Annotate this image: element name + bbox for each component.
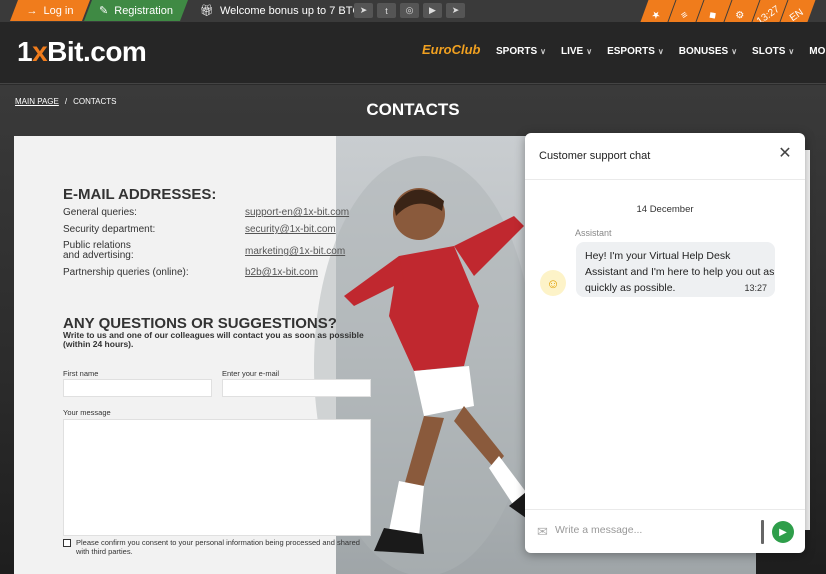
message-label: Your message bbox=[63, 408, 111, 417]
twitter-icon[interactable]: t bbox=[377, 3, 396, 18]
euroclub-logo[interactable]: EuroClub bbox=[422, 42, 481, 57]
telegram-icon[interactable]: ➤ bbox=[446, 3, 465, 18]
site-logo[interactable]: 1xBit.com bbox=[17, 36, 147, 68]
chat-message-input[interactable]: Write a message... bbox=[555, 524, 642, 536]
email-link[interactable]: support-en@1x-bit.com bbox=[245, 207, 349, 218]
email-input[interactable] bbox=[222, 379, 371, 397]
input-divider bbox=[761, 520, 764, 544]
first-name-label: First name bbox=[63, 369, 99, 378]
social-links: ➤ t ◎ ▶ ➤ bbox=[354, 3, 465, 18]
email-row-label-line2: and advertising: bbox=[63, 250, 134, 261]
chat-message-time: 13:27 bbox=[744, 283, 767, 293]
chat-input-bar: ✉ Write a message... ▶ bbox=[525, 509, 805, 553]
nav-live[interactable]: LIVE ∨ bbox=[561, 46, 592, 57]
support-chat-widget: Customer support chat ✕ 14 December Assi… bbox=[525, 133, 805, 553]
email-row-label: Partnership queries (online): bbox=[63, 267, 189, 278]
main-header: 1xBit.com EuroClub SPORTS ∨ LIVE ∨ ESPORTS… bbox=[0, 22, 826, 84]
emails-title: E-MAIL ADDRESSES: bbox=[63, 186, 217, 203]
email-link[interactable]: security@1x-bit.com bbox=[245, 224, 336, 235]
chevron-down-icon: ∨ bbox=[657, 47, 664, 56]
chevron-down-icon: ∨ bbox=[586, 47, 593, 56]
registration-button[interactable]: ✎ Registration bbox=[84, 0, 188, 21]
registration-label: Registration bbox=[114, 4, 173, 17]
chevron-down-icon: ∨ bbox=[540, 47, 546, 56]
page-title: CONTACTS bbox=[366, 100, 460, 119]
email-row-label: General queries: bbox=[63, 207, 137, 218]
bonus-text: Welcome bonus up to 7 BTC! bbox=[219, 4, 364, 17]
email-field-label: Enter your e-mail bbox=[222, 369, 280, 378]
close-icon[interactable]: ✕ bbox=[777, 146, 793, 162]
message-textarea[interactable] bbox=[63, 419, 371, 536]
nav-bonuses[interactable]: BONUSES ∨ bbox=[679, 46, 737, 57]
form-subtitle-line2: (within 24 hours). bbox=[63, 339, 134, 349]
nav-more[interactable]: MORE∨ bbox=[809, 46, 826, 57]
main-nav: SPORTS ∨ LIVE ∨ ESPORTS ∨ BONUSES ∨ SLOTS ∨ M… bbox=[496, 46, 826, 57]
chevron-down-icon: ∨ bbox=[731, 47, 738, 56]
consent-checkbox[interactable] bbox=[63, 539, 71, 547]
gift-icon: 🎁︎ bbox=[200, 5, 214, 17]
login-label: Log in bbox=[43, 4, 74, 17]
chat-date: 14 December bbox=[636, 204, 694, 215]
consent-row: Please confirm you consent to your perso… bbox=[63, 538, 363, 556]
chat-title: Customer support chat bbox=[539, 150, 651, 162]
telegram-icon[interactable]: ➤ bbox=[354, 3, 373, 18]
login-button[interactable]: → Log in bbox=[10, 0, 90, 21]
consent-text: Please confirm you consent to your perso… bbox=[76, 538, 360, 556]
chat-message-bubble: Hey! I'm your Virtual Help Desk Assistan… bbox=[576, 242, 775, 297]
chevron-down-icon: ∨ bbox=[788, 47, 795, 56]
email-row-label: Security department: bbox=[63, 224, 156, 235]
first-name-input[interactable] bbox=[63, 379, 212, 397]
nav-sports[interactable]: SPORTS ∨ bbox=[496, 46, 546, 57]
send-icon[interactable]: ▶ bbox=[772, 521, 794, 543]
nav-slots[interactable]: SLOTS ∨ bbox=[752, 46, 794, 57]
edit-icon: ✎ bbox=[99, 5, 109, 17]
instagram-icon[interactable]: ◎ bbox=[400, 3, 419, 18]
login-icon: → bbox=[26, 4, 38, 17]
bonus-banner[interactable]: 🎁︎ Welcome bonus up to 7 BTC! bbox=[200, 4, 364, 18]
chat-sender: Assistant bbox=[575, 228, 612, 238]
email-link[interactable]: b2b@1x-bit.com bbox=[245, 267, 318, 278]
bot-avatar-icon: ☺ bbox=[540, 270, 566, 296]
youtube-icon[interactable]: ▶ bbox=[423, 3, 442, 18]
email-link[interactable]: marketing@1x-bit.com bbox=[245, 246, 345, 257]
chat-header: Customer support chat ✕ bbox=[525, 133, 805, 180]
attach-icon[interactable]: ✉ bbox=[537, 524, 548, 540]
nav-esports[interactable]: ESPORTS ∨ bbox=[607, 46, 664, 57]
